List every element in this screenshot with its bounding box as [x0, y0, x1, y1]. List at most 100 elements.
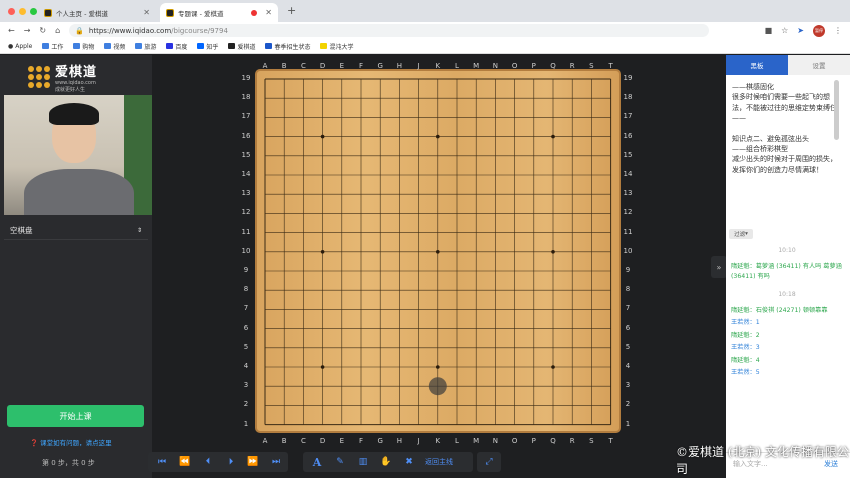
bookmark-item[interactable]: 春季招生状态 — [265, 42, 310, 51]
row-label: 14 — [241, 170, 251, 178]
board-grid — [264, 78, 612, 426]
chat-message: 隋延魁：4 — [731, 357, 760, 364]
help-link[interactable]: ❓ 课堂如有问题，请点这里 — [30, 437, 112, 447]
notes-scrollbar[interactable] — [834, 80, 839, 140]
row-label: 18 — [623, 93, 633, 102]
bookmark-item[interactable]: 百度 — [166, 42, 187, 51]
url-path: /bigcourse/9794 — [171, 26, 228, 35]
menu-icon[interactable]: ⋮ — [834, 26, 842, 35]
note-line: ——组合桥彩棋型 — [732, 145, 788, 154]
row-label: 9 — [625, 266, 631, 274]
forward-icon[interactable]: → — [24, 26, 31, 35]
camera-icon[interactable]: ■ — [765, 26, 773, 35]
row-label: 19 — [623, 74, 633, 82]
tab-settings[interactable]: 设置 — [788, 55, 850, 75]
prev5-icon[interactable]: ⏪ — [178, 455, 192, 469]
col-label: C — [300, 437, 306, 445]
col-label: N — [492, 62, 499, 70]
col-label: G — [377, 437, 383, 445]
bookmark-item[interactable]: ● Apple — [8, 43, 32, 50]
star-point — [551, 134, 555, 139]
text-icon[interactable]: A — [310, 455, 324, 469]
row-label: 16 — [623, 131, 633, 140]
board-select[interactable]: 空棋盘 ⇕ — [4, 222, 148, 240]
home-icon[interactable]: ⌂ — [55, 26, 60, 35]
watermark: ©爱棋道 (北京) 文化传播有限公司 — [676, 445, 849, 476]
url-field[interactable]: 🔒 https://www.iqidao.com/bigcourse/9794 — [69, 24, 710, 37]
col-label: S — [589, 62, 594, 70]
next5-icon[interactable]: ⏩ — [246, 455, 260, 469]
row-label: 3 — [243, 381, 249, 390]
chat-message: 隋延魁：石俊祺 (24271) 顿顿靠靠 — [731, 307, 828, 314]
first-icon[interactable]: ⏮ — [155, 455, 169, 469]
bookmark-item[interactable]: 视频 — [104, 42, 125, 51]
note-line: 知识点二、避免孤弦出头 — [732, 134, 809, 143]
col-label: P — [531, 62, 536, 70]
last-icon[interactable]: ⏭ — [269, 455, 283, 469]
tab-course[interactable]: 专题课 - 爱棋道 ✕ — [160, 3, 278, 22]
close-icon[interactable]: ✕ — [265, 8, 272, 17]
close-window-icon[interactable] — [8, 8, 15, 15]
star-point — [436, 134, 440, 139]
clear-icon[interactable]: ✖ — [402, 455, 416, 469]
address-bar-row: ← → ↻ ⌂ 🔒 https://www.iqidao.com/bigcour… — [0, 22, 850, 39]
row-label: 15 — [623, 150, 633, 159]
fullscreen-icon: ⤢ — [485, 457, 493, 467]
row-label: 13 — [623, 189, 633, 198]
pen-icon[interactable]: ✎ — [333, 455, 347, 469]
close-icon[interactable]: ✕ — [143, 8, 150, 17]
chart-icon[interactable]: ▥ — [356, 455, 370, 469]
prev-icon[interactable]: ⏴ — [201, 455, 215, 469]
minimize-window-icon[interactable] — [19, 8, 26, 15]
bookmark-item[interactable]: 混沌大学 — [320, 42, 353, 51]
col-label: N — [492, 437, 499, 445]
maximize-window-icon[interactable] — [30, 8, 37, 15]
reload-icon[interactable]: ↻ — [39, 26, 46, 35]
row-label: 6 — [243, 323, 249, 332]
row-label: 2 — [625, 400, 631, 409]
chat-message: 隋延魁：葛萝涵 (36411) 有人吗 葛萝涵 (36411) 有吗 — [731, 263, 842, 280]
bookmark-item[interactable]: 工作 — [42, 42, 63, 51]
back-icon[interactable]: ← — [8, 26, 15, 35]
col-label: C — [300, 62, 306, 70]
row-label: 15 — [241, 150, 251, 159]
go-board[interactable] — [255, 69, 621, 433]
row-label: 17 — [241, 112, 251, 121]
star-point — [320, 134, 325, 139]
bookmark-item[interactable]: 购物 — [73, 42, 94, 51]
row-label: 10 — [241, 246, 251, 255]
row-label: 16 — [241, 131, 251, 140]
next-icon[interactable]: ⏵ — [224, 455, 238, 469]
tab-blackboard[interactable]: 黑板 — [726, 55, 788, 75]
col-label: R — [569, 437, 575, 445]
chat-filter-button[interactable]: 过滤 ▾ — [729, 229, 753, 239]
star-point — [320, 250, 325, 254]
flag-icon — [265, 43, 273, 49]
bookmark-item[interactable]: 旅游 — [135, 42, 156, 51]
updown-icon: ⇕ — [136, 227, 142, 234]
col-label: T — [608, 437, 613, 445]
start-class-button[interactable]: 开始上课 — [7, 405, 144, 427]
zhihu-icon — [197, 43, 205, 49]
hand-icon[interactable]: ✋ — [379, 455, 393, 469]
expand-panel-icon[interactable]: » — [711, 256, 727, 278]
hover-stone[interactable] — [428, 377, 447, 396]
new-tab-button[interactable]: + — [287, 4, 296, 17]
col-label: D — [319, 437, 326, 445]
col-label: R — [569, 62, 575, 70]
col-label: Q — [550, 62, 556, 70]
star-icon[interactable]: ☆ — [781, 26, 788, 35]
col-label: J — [417, 62, 420, 70]
tab-profile[interactable]: 个人主页 - 爱棋道 ✕ — [38, 3, 156, 22]
right-tabs: 黑板 设置 — [726, 55, 850, 75]
col-label: G — [377, 62, 383, 70]
row-label: 18 — [241, 93, 251, 102]
profile-avatar[interactable]: 暂停 — [813, 24, 825, 37]
extension-icon[interactable]: ➤ — [797, 26, 804, 35]
back-main-button[interactable]: 返回主线 — [425, 457, 453, 467]
col-label: B — [281, 437, 287, 445]
col-label: L — [455, 62, 459, 70]
bookmark-item[interactable]: 爱棋道 — [228, 42, 255, 51]
note-line: 很多时候咱们需要一些起飞的想法，不能被过往的思维定势束缚住—— — [732, 93, 837, 123]
bookmark-item[interactable]: 知乎 — [197, 42, 218, 51]
